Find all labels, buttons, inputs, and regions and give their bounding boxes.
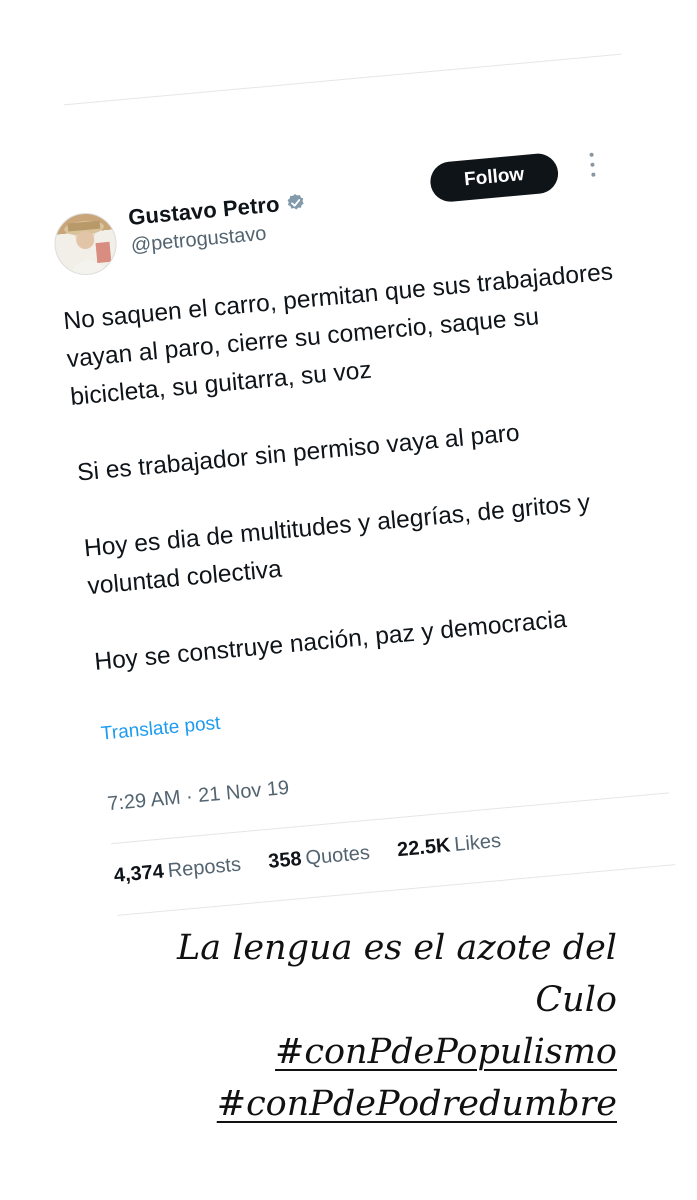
tweet-text: No saquen el carro, permitan que sus tra… <box>62 252 663 719</box>
hashtag[interactable]: #conPdePopulismo <box>275 1032 617 1072</box>
quotes-count: 358 <box>267 847 303 873</box>
hashtag[interactable]: #conPdePodredumbre <box>217 1084 617 1124</box>
tweet-paragraph: Si es trabajador sin permiso vaya al par… <box>76 419 521 487</box>
tweet-paragraph: Hoy es dia de multitudes y alegrías, de … <box>82 489 592 601</box>
likes-label: Likes <box>453 829 502 856</box>
divider <box>63 53 622 106</box>
tweet-card: Gustavo Petro @petrogustavo Follow No sa… <box>24 53 694 916</box>
author-name[interactable]: Gustavo Petro <box>127 189 306 231</box>
story-caption: La lengua es el azote del Culo #conPdePo… <box>97 922 617 1130</box>
caption-line: La lengua es el azote del <box>176 928 617 968</box>
follow-button[interactable]: Follow <box>428 151 560 204</box>
likes-stat[interactable]: 22.5KLikes <box>396 830 502 861</box>
reposts-stat[interactable]: 4,374Reposts <box>113 854 242 887</box>
reposts-label: Reposts <box>166 853 242 883</box>
verified-badge-icon <box>287 194 304 210</box>
quotes-label: Quotes <box>304 841 371 870</box>
avatar[interactable] <box>51 210 120 278</box>
more-options-icon[interactable] <box>588 152 597 180</box>
avatar-image <box>64 220 112 276</box>
tweet-paragraph: Hoy se construye nación, paz y democraci… <box>93 605 568 676</box>
quotes-stat[interactable]: 358Quotes <box>267 842 370 873</box>
caption-line: Culo <box>535 980 617 1020</box>
likes-count: 22.5K <box>396 834 452 862</box>
tweet-paragraph: No saquen el carro, permitan que sus tra… <box>62 258 615 411</box>
reposts-count: 4,374 <box>112 860 165 887</box>
tweet-timestamp[interactable]: 7:29 AM · 21 Nov 19 <box>106 777 290 816</box>
